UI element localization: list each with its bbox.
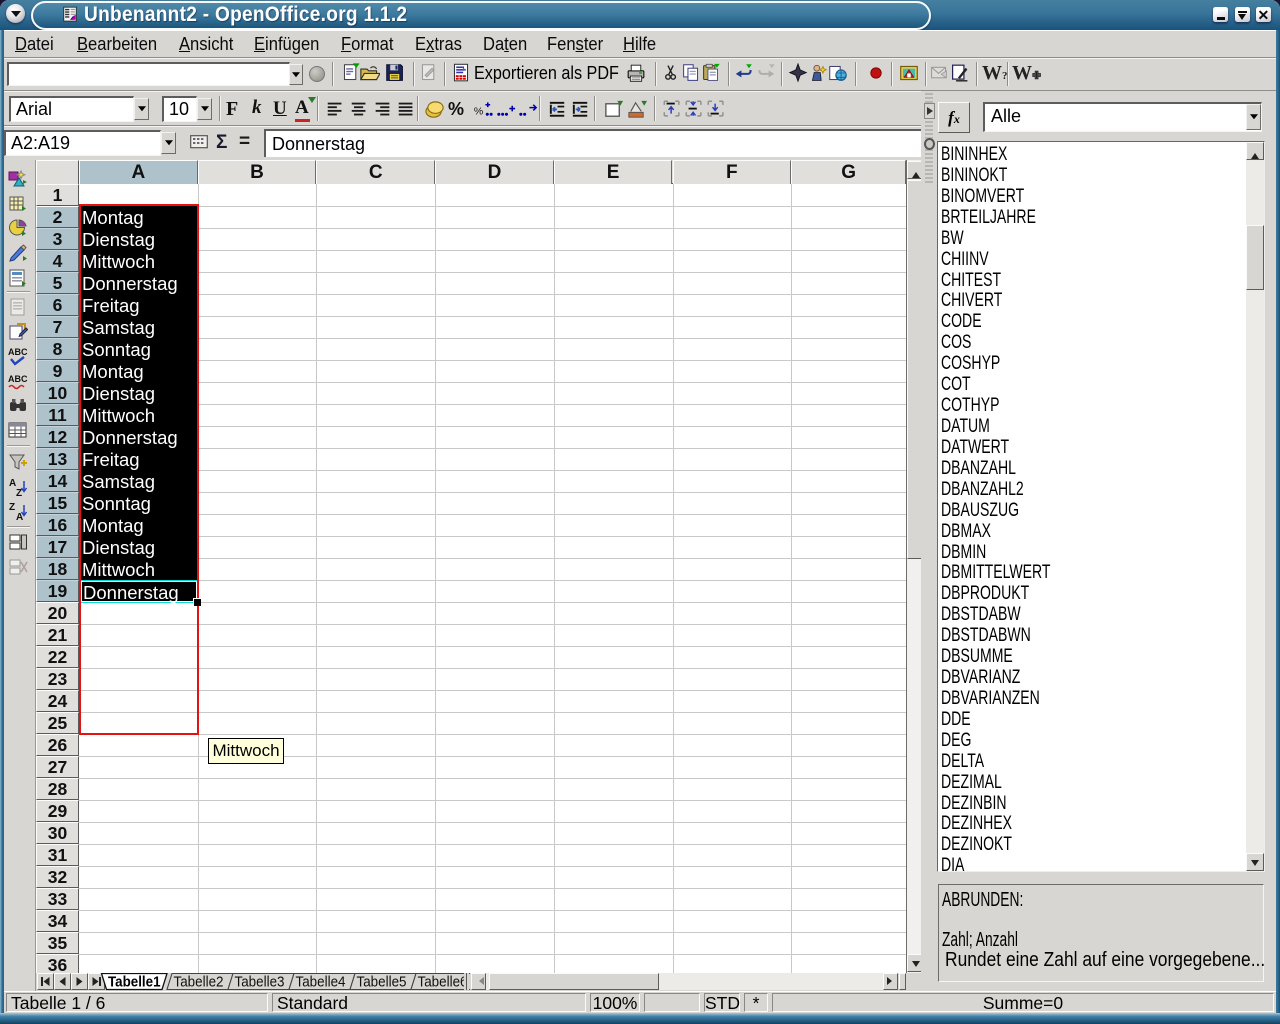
svg-text:%: % xyxy=(474,105,483,117)
svg-text:Z: Z xyxy=(9,502,15,513)
svg-text:Tabelle5: Tabelle5 xyxy=(357,975,407,991)
svg-text:ABC: ABC xyxy=(8,374,28,384)
svg-text:Tabelle3: Tabelle3 xyxy=(235,975,285,991)
svg-text:Tabelle2: Tabelle2 xyxy=(174,975,224,991)
svg-text:Tabelle4: Tabelle4 xyxy=(296,975,346,991)
svg-text:Tabelle6: Tabelle6 xyxy=(418,975,468,991)
svg-text:ABC: ABC xyxy=(8,347,28,357)
svg-text:Tabelle1: Tabelle1 xyxy=(108,975,161,991)
svg-text:Z: Z xyxy=(16,488,22,497)
